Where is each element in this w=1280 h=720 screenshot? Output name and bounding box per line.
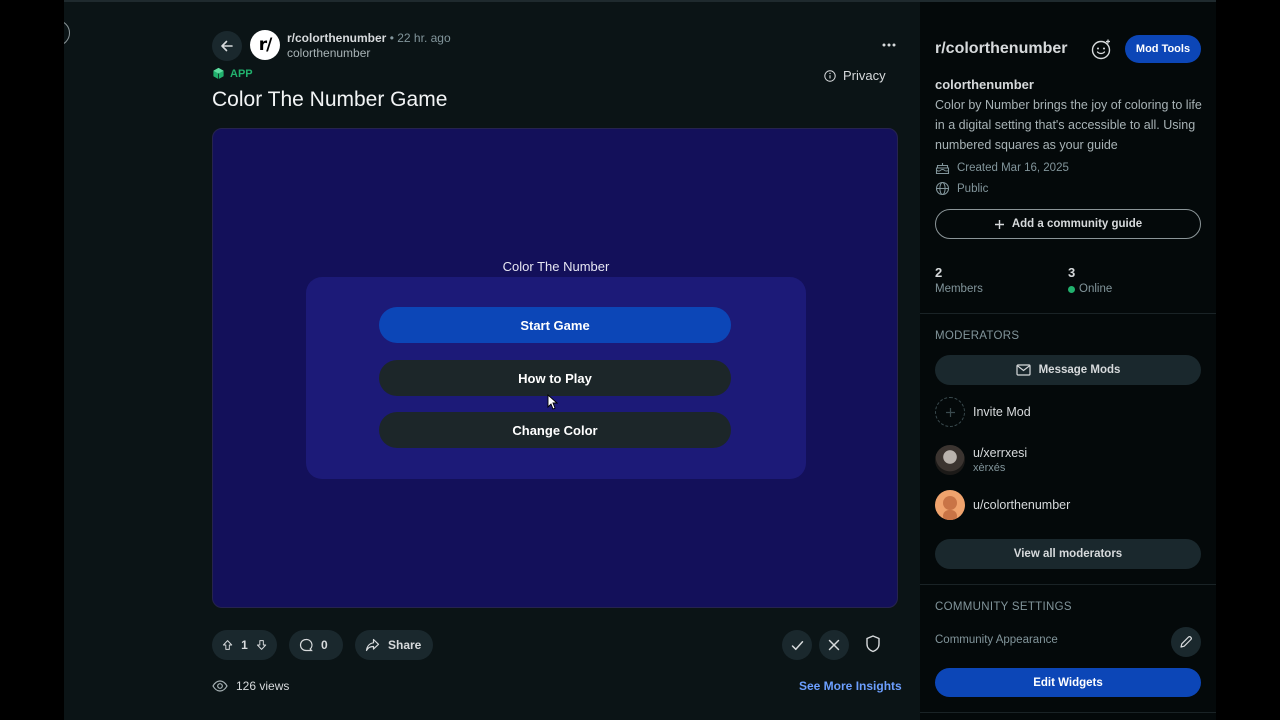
see-more-insights-link[interactable]: See More Insights xyxy=(799,679,902,693)
subreddit-avatar[interactable]: r/ xyxy=(250,30,280,60)
smile-plus-icon[interactable] xyxy=(1090,38,1112,60)
back-button[interactable] xyxy=(212,31,242,61)
guide-button-label: Add a community guide xyxy=(1011,218,1143,230)
pencil-icon xyxy=(1180,636,1192,648)
share-button[interactable]: Share xyxy=(355,630,433,660)
start-game-button[interactable]: Start Game xyxy=(379,307,731,343)
online-status-dot xyxy=(1068,285,1075,293)
moderator-display-name: xèrxés xyxy=(973,462,1006,474)
plus-icon xyxy=(994,219,1004,229)
created-date: Created Mar 16, 2025 xyxy=(957,162,1069,174)
meta-separator: • xyxy=(389,31,394,45)
privacy-link[interactable]: Privacy xyxy=(824,68,886,83)
game-menu-panel: Start Game How to Play Change Color xyxy=(306,277,806,479)
avatar xyxy=(935,490,965,520)
message-mods-label: Message Mods xyxy=(1038,364,1121,376)
approve-button[interactable] xyxy=(782,630,812,660)
moderator-row[interactable]: u/xerrxesi xèrxés xyxy=(935,445,1027,475)
share-icon xyxy=(365,638,380,652)
moderator-row[interactable]: u/colorthenumber xyxy=(935,490,1070,520)
invite-mod-row[interactable]: Invite Mod xyxy=(935,397,1031,427)
app-cube-icon xyxy=(213,67,224,80)
mail-icon xyxy=(1015,364,1031,376)
post-meta: r/colorthenumber • 22 hr. ago xyxy=(287,31,451,45)
invite-mod-label: Invite Mod xyxy=(973,405,1031,419)
more-horizontal-icon xyxy=(882,43,896,47)
community-description: Color by Number brings the joy of colori… xyxy=(935,98,1202,152)
comment-count: 0 xyxy=(321,638,328,652)
community-sidebar: r/colorthenumber Mod Tools colorthenumbe… xyxy=(920,2,1216,720)
moderator-name: u/colorthenumber xyxy=(973,498,1071,512)
remove-button[interactable] xyxy=(819,630,849,660)
community-settings-heading: COMMUNITY SETTINGS xyxy=(935,601,1072,613)
moderator-name: u/xerrxesi xyxy=(973,446,1028,460)
arrow-left-icon xyxy=(221,40,233,52)
sidebar-divider xyxy=(920,584,1216,585)
plus-icon xyxy=(945,407,955,417)
privacy-label: Privacy xyxy=(843,68,886,83)
game-frame[interactable]: Color The Number Start Game How to Play … xyxy=(212,128,898,608)
sidebar-community-title[interactable]: r/colorthenumber xyxy=(935,40,1067,58)
community-appearance-label: Community Appearance xyxy=(935,634,1058,646)
share-label: Share xyxy=(388,638,422,652)
view-stats: 126 views xyxy=(212,679,289,693)
mod-shield-icon[interactable] xyxy=(865,634,881,654)
add-community-guide-button[interactable]: Add a community guide xyxy=(935,209,1201,239)
app-badge-label: APP xyxy=(230,67,253,80)
mouse-cursor-icon xyxy=(547,394,558,410)
visibility-label: Public xyxy=(957,182,989,195)
community-visibility: Public xyxy=(935,181,988,196)
members-label: Members xyxy=(935,283,983,295)
change-color-button[interactable]: Change Color xyxy=(379,412,731,448)
vote-count: 1 xyxy=(241,638,248,652)
message-mods-button[interactable]: Message Mods xyxy=(935,355,1201,385)
comments-button[interactable]: 0 xyxy=(289,630,343,660)
view-all-moderators-button[interactable]: View all moderators xyxy=(935,539,1201,569)
moderator-info: u/xerrxesi xèrxés xyxy=(973,446,1027,474)
members-count: 2 xyxy=(935,265,943,280)
community-created: Created Mar 16, 2025 xyxy=(935,161,1069,175)
avatar xyxy=(935,445,965,475)
vote-controls: 1 xyxy=(212,630,277,660)
moderators-heading: MODERATORS xyxy=(935,330,1020,342)
online-label-text: Online xyxy=(1079,283,1113,295)
cake-icon xyxy=(935,163,950,175)
how-to-play-button[interactable]: How to Play xyxy=(379,360,731,396)
downvote-icon[interactable] xyxy=(256,638,267,652)
edit-appearance-button[interactable] xyxy=(1171,627,1201,657)
app-window: r/ r/colorthenumber • 22 hr. ago colorth… xyxy=(64,0,1216,720)
app-badge: APP xyxy=(212,67,253,80)
subreddit-link[interactable]: r/colorthenumber xyxy=(287,31,386,45)
invite-mod-avatar xyxy=(935,397,965,427)
sidebar-divider xyxy=(920,313,1216,314)
partial-icon xyxy=(64,20,70,46)
community-name: colorthenumber xyxy=(935,77,1034,92)
globe-icon xyxy=(935,181,950,196)
comment-icon xyxy=(299,638,313,652)
check-icon xyxy=(791,640,803,650)
post-author[interactable]: colorthenumber xyxy=(287,46,370,60)
post-time: 22 hr. ago xyxy=(397,31,451,45)
edit-widgets-button[interactable]: Edit Widgets xyxy=(935,668,1201,697)
view-count: 126 views xyxy=(236,679,290,693)
mod-tools-button[interactable]: Mod Tools xyxy=(1125,35,1201,63)
upvote-icon[interactable] xyxy=(222,638,233,652)
more-options-button[interactable] xyxy=(876,33,902,57)
online-count: 3 xyxy=(1068,265,1076,280)
post-title: Color The Number Game xyxy=(212,88,448,111)
views-eye-icon xyxy=(212,680,228,692)
info-icon xyxy=(824,69,836,82)
online-label: Online xyxy=(1068,283,1112,295)
game-title: Color The Number xyxy=(502,259,610,274)
snoo-avatar-icon xyxy=(943,496,957,520)
close-icon xyxy=(828,639,840,651)
sidebar-divider xyxy=(920,712,1216,713)
